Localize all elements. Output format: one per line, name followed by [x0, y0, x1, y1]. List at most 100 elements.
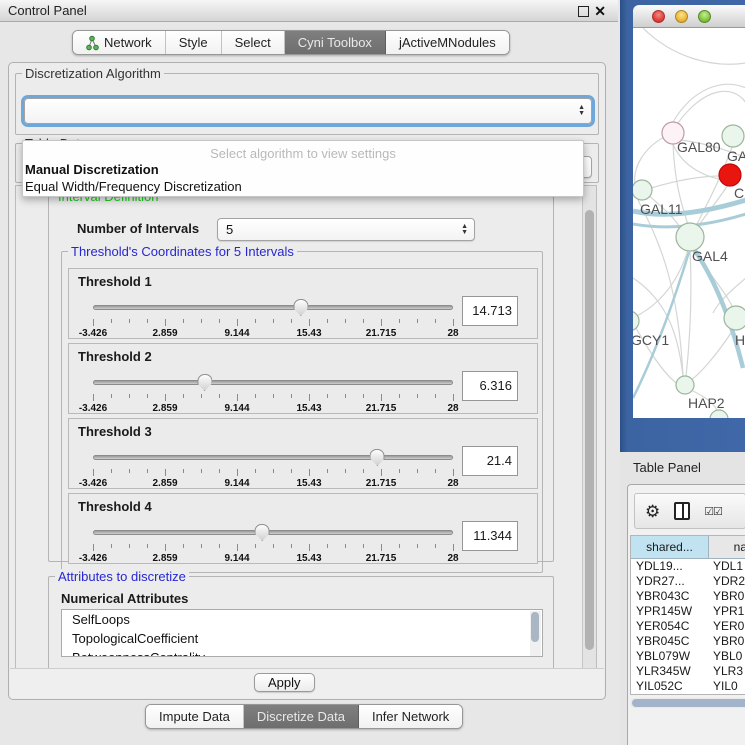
- close-traffic-light[interactable]: [652, 10, 665, 23]
- slider-thumb[interactable]: [197, 374, 212, 391]
- numerical-attributes-list[interactable]: SelfLoopsTopologicalCoefficientBetweenne…: [61, 609, 543, 657]
- table-row[interactable]: YPR145WYPR1: [631, 604, 745, 619]
- algorithm-popup: Select algorithm to view settings Manual…: [22, 140, 584, 197]
- slider-track[interactable]: [93, 305, 453, 310]
- numerical-attributes-label: Numerical Attributes: [61, 591, 188, 606]
- threshold-value-field[interactable]: 6.316: [462, 371, 518, 401]
- tab-select[interactable]: Select: [222, 31, 285, 54]
- tab-infer-network[interactable]: Infer Network: [359, 705, 462, 728]
- gear-icon[interactable]: ⚙: [645, 503, 660, 520]
- attributes-title: Attributes to discretize: [55, 569, 189, 584]
- table-row[interactable]: YDR27...YDR2: [631, 574, 745, 589]
- table-panel-body: ⚙ ☑☑ shared... na YDL19...YDL1YDR27...YD…: [627, 484, 745, 745]
- list-scrollbar[interactable]: [530, 611, 541, 657]
- threshold-slider[interactable]: -3.4262.8599.14415.4321.71528: [93, 453, 453, 487]
- network-node-green[interactable]: [633, 311, 639, 331]
- threshold-panel: Threshold 2 -3.4262.8599.14415.4321.7152…: [68, 343, 538, 414]
- network-titlebar[interactable]: [633, 5, 745, 28]
- slider-thumb[interactable]: [370, 449, 385, 466]
- slider-ticks: [93, 319, 453, 326]
- node-label: GAL11: [640, 201, 683, 217]
- network-node-green[interactable]: [722, 125, 744, 147]
- threshold-slider[interactable]: -3.4262.8599.14415.4321.71528: [93, 528, 453, 562]
- list-item[interactable]: SelfLoops: [62, 610, 542, 629]
- number-of-intervals-label: Number of Intervals: [77, 221, 199, 236]
- checked-checkbox-icons[interactable]: ☑☑: [704, 505, 722, 518]
- table-row[interactable]: YBL079WYBL0: [631, 649, 745, 664]
- table-row[interactable]: YLR345WYLR3: [631, 664, 745, 679]
- slider-thumb[interactable]: [255, 524, 270, 541]
- tab-discretize-data[interactable]: Discretize Data: [244, 705, 359, 728]
- tab-label: Network: [104, 35, 152, 50]
- table-row[interactable]: YDL19...YDL1: [631, 559, 745, 574]
- combo-stepper-icon: ▲▼: [461, 224, 468, 236]
- network-edge: [691, 330, 733, 380]
- tab-network[interactable]: Network: [73, 31, 166, 54]
- slider-thumb[interactable]: [293, 299, 308, 316]
- network-edge: [678, 91, 745, 123]
- node-label: GAL80: [677, 139, 721, 155]
- network-canvas[interactable]: GAL80GACGAL11GAL4GCY1HHAP2: [633, 28, 745, 418]
- table-header-row: shared... na: [631, 536, 745, 559]
- tab-impute-data[interactable]: Impute Data: [146, 705, 244, 728]
- algorithm-combo[interactable]: ▲▼: [24, 98, 592, 124]
- network-node-green[interactable]: [633, 180, 652, 200]
- tab-jactivemnodules[interactable]: jActiveMNodules: [386, 31, 509, 54]
- window-title: Control Panel: [8, 3, 87, 18]
- table-panel-titlebar[interactable]: Table Panel: [620, 455, 745, 481]
- tab-label: Style: [179, 35, 208, 50]
- list-item[interactable]: TopologicalCoefficient: [62, 629, 542, 648]
- slider-ticks: [93, 544, 453, 551]
- threshold-value-field[interactable]: 11.344: [462, 521, 518, 551]
- columns-icon[interactable]: [674, 502, 690, 520]
- network-edge: [651, 176, 721, 188]
- threshold-panel: Threshold 1 -3.4262.8599.14415.4321.7152…: [68, 268, 538, 339]
- discretization-algorithm-group: Discretization Algorithm ▲▼: [15, 73, 599, 135]
- float-window-icon[interactable]: [578, 6, 589, 17]
- apply-button[interactable]: Apply: [254, 673, 315, 692]
- threshold-label: Threshold 3: [78, 424, 152, 439]
- slider-ticks: [93, 469, 453, 476]
- combo-stepper-icon: ▲▼: [578, 105, 585, 117]
- network-node-green[interactable]: [676, 376, 694, 394]
- tab-label: jActiveMNodules: [399, 35, 496, 50]
- list-item[interactable]: BetweennessCentrality: [62, 648, 542, 657]
- network-node-green[interactable]: [710, 410, 728, 418]
- table-row[interactable]: YBR045CYBR0: [631, 634, 745, 649]
- node-label: C: [734, 185, 744, 201]
- tab-label: Infer Network: [372, 709, 449, 724]
- minimize-traffic-light[interactable]: [675, 10, 688, 23]
- number-of-intervals-value: 5: [226, 222, 233, 237]
- threshold-slider[interactable]: -3.4262.8599.14415.4321.71528: [93, 378, 453, 412]
- threshold-value-field[interactable]: 21.4: [462, 446, 518, 476]
- settings-vertical-scrollbar[interactable]: [582, 186, 596, 668]
- control-panel-titlebar[interactable]: Control Panel ✕: [0, 0, 618, 22]
- apply-strip: Apply: [10, 668, 604, 698]
- threshold-slider[interactable]: -3.4262.8599.14415.4321.71528: [93, 303, 453, 337]
- slider-track[interactable]: [93, 380, 453, 385]
- popup-item-manual-discretization[interactable]: Manual Discretization: [23, 161, 583, 178]
- threshold-value-field[interactable]: 14.713: [462, 296, 518, 326]
- tab-cyni-toolbox[interactable]: Cyni Toolbox: [285, 31, 386, 54]
- slider-tick-labels: -3.4262.8599.14415.4321.71528: [93, 553, 453, 563]
- slider-track[interactable]: [93, 530, 453, 535]
- slider-tick-labels: -3.4262.8599.14415.4321.71528: [93, 328, 453, 338]
- node-label: GAL4: [692, 248, 728, 264]
- table-row[interactable]: YIL052CYIL0: [631, 679, 745, 694]
- network-graph: GAL80GACGAL11GAL4GCY1HHAP2: [633, 28, 745, 418]
- table-row[interactable]: YER054CYER0: [631, 619, 745, 634]
- column-header-shared[interactable]: shared...: [631, 536, 709, 558]
- zoom-traffic-light[interactable]: [698, 10, 711, 23]
- number-of-intervals-combo[interactable]: 5 ▲▼: [217, 218, 475, 241]
- thresholds-group: Threshold's Coordinates for 5 Intervals …: [61, 251, 543, 573]
- column-header-name[interactable]: na: [709, 536, 745, 558]
- network-node-green[interactable]: [724, 306, 745, 330]
- popup-item-equal-width-frequency[interactable]: Equal Width/Frequency Discretization: [23, 178, 583, 195]
- slider-track[interactable]: [93, 455, 453, 460]
- network-node-red[interactable]: [719, 164, 741, 186]
- table-row[interactable]: YBR043CYBR0: [631, 589, 745, 604]
- tab-style[interactable]: Style: [166, 31, 222, 54]
- network-node-green[interactable]: [676, 223, 704, 251]
- table-horizontal-scrollbar[interactable]: [630, 698, 745, 708]
- close-icon[interactable]: ✕: [594, 2, 606, 20]
